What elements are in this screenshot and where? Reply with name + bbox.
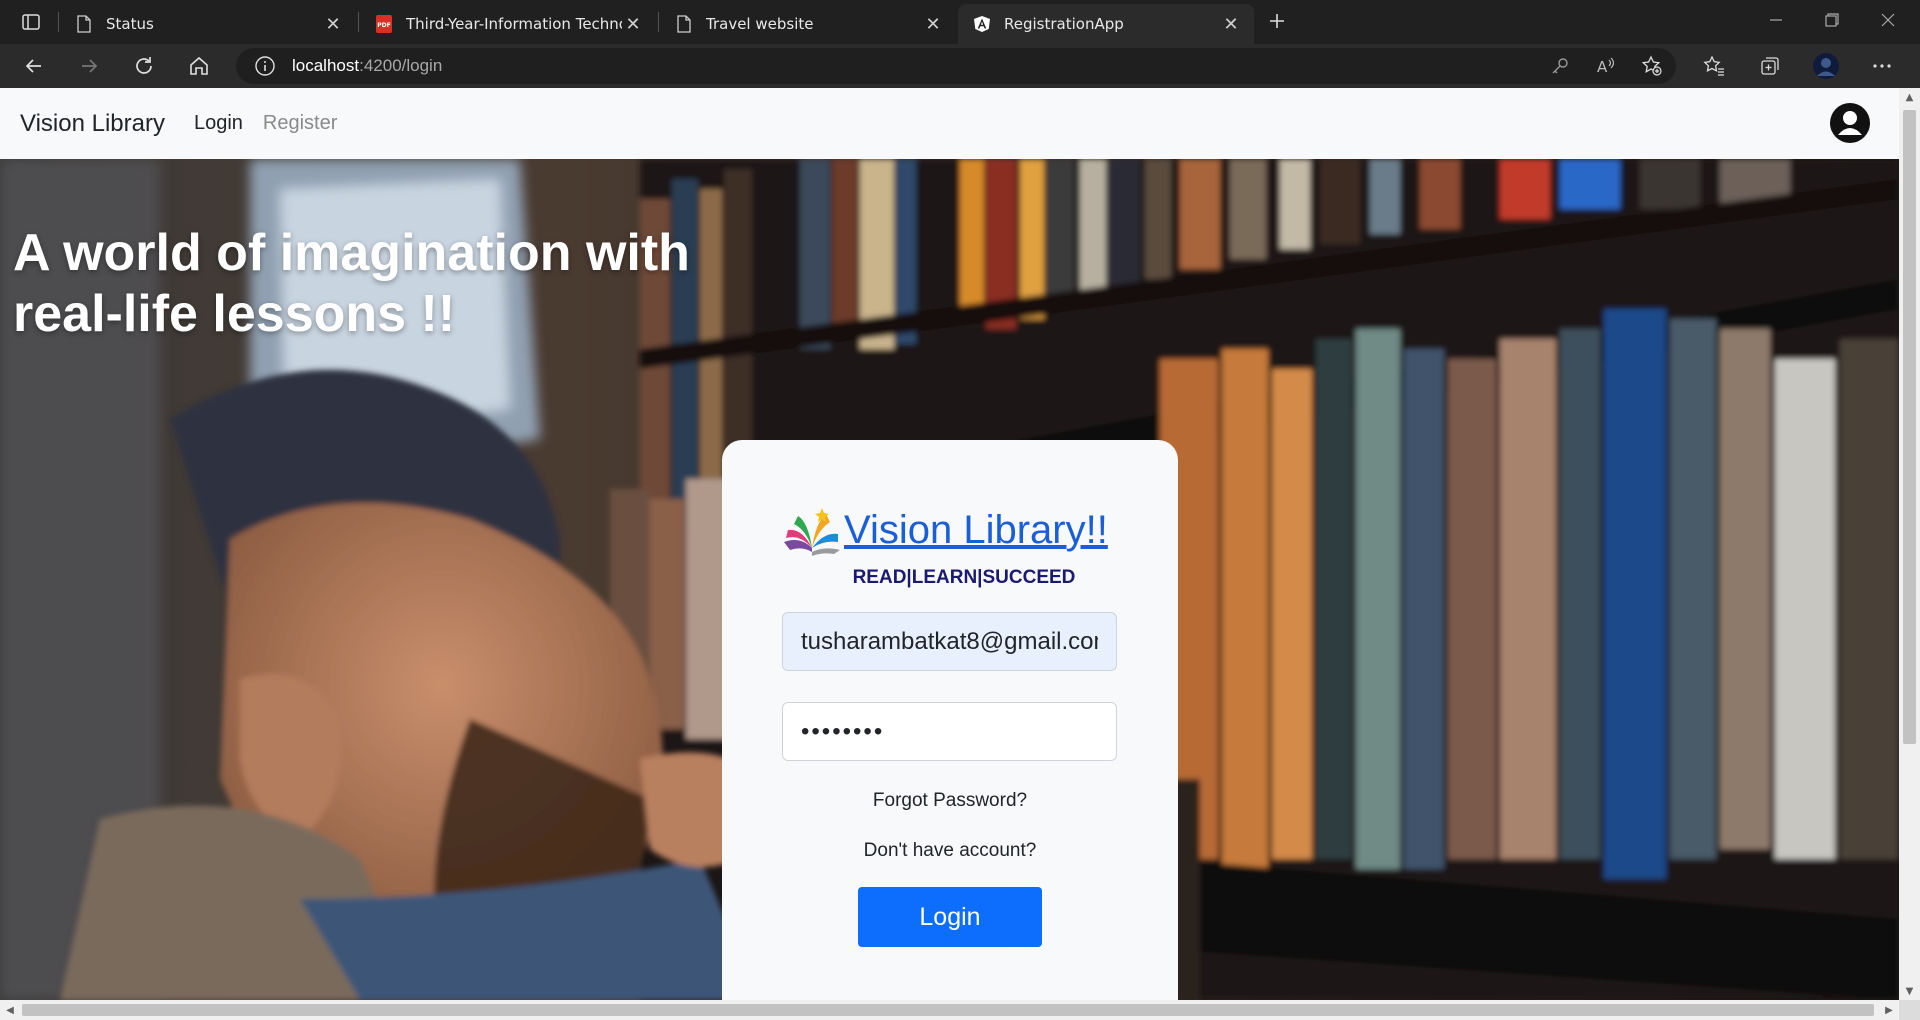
hero-section: A world of imagination with real-life le… — [0, 159, 1899, 1000]
forward-icon[interactable] — [71, 50, 107, 82]
refresh-icon[interactable] — [126, 50, 162, 82]
svg-text:A: A — [1597, 58, 1608, 76]
browser-toolbar: localhost:4200/login A — [0, 44, 1920, 88]
horizontal-scrollbar[interactable]: ◀ ▶ — [0, 1000, 1899, 1020]
card-title-row: Vision Library!! — [782, 504, 1108, 556]
login-button[interactable]: Login — [858, 887, 1042, 947]
profile-avatar-icon[interactable] — [1810, 50, 1842, 82]
new-tab-icon[interactable] — [1262, 6, 1292, 36]
tab-title: Status — [106, 15, 154, 33]
tab-title: Travel website — [706, 15, 814, 33]
card-title-link[interactable]: Vision Library!! — [844, 508, 1108, 553]
tab-status[interactable]: Status ✕ — [60, 4, 356, 44]
restore-icon[interactable] — [1804, 0, 1860, 40]
address-bar[interactable]: localhost:4200/login — [236, 48, 1676, 84]
collections-icon[interactable] — [1754, 50, 1786, 82]
tab-title: Third-Year-Information Technolo — [406, 15, 622, 33]
svg-text:PDF: PDF — [377, 22, 390, 29]
close-tab-icon[interactable]: ✕ — [1220, 13, 1242, 35]
page-icon — [74, 14, 94, 34]
nav-link-register[interactable]: Register — [263, 112, 337, 135]
favorites-icon[interactable] — [1698, 50, 1730, 82]
close-tab-icon[interactable]: ✕ — [322, 13, 344, 35]
password-field[interactable] — [782, 702, 1117, 761]
angular-icon — [972, 14, 992, 34]
scrollbar-corner — [1899, 1000, 1920, 1020]
vertical-scrollbar[interactable]: ▲ ▼ — [1899, 88, 1920, 1000]
vertical-scroll-thumb[interactable] — [1903, 110, 1916, 744]
page-viewport: Vision Library Login Register A world of… — [0, 88, 1899, 1000]
more-menu-icon[interactable] — [1866, 50, 1898, 82]
scroll-left-icon[interactable]: ◀ — [0, 1000, 20, 1020]
pdf-icon: PDF — [374, 14, 394, 34]
close-tab-icon[interactable]: ✕ — [622, 13, 644, 35]
scroll-up-icon[interactable]: ▲ — [1899, 88, 1920, 106]
close-window-icon[interactable] — [1860, 0, 1916, 40]
url-host: localhost — [292, 56, 360, 75]
tab-pdf[interactable]: PDF Third-Year-Information Technolo ✕ — [360, 4, 656, 44]
no-account-link[interactable]: Don't have account? — [722, 840, 1178, 862]
site-info-icon[interactable] — [254, 55, 276, 77]
login-card: Vision Library!! READ|LEARN|SUCCEED Forg… — [722, 440, 1178, 1000]
open-book-logo — [782, 504, 842, 556]
card-tagline: READ|LEARN|SUCCEED — [852, 567, 1076, 588]
tab-separator — [658, 12, 659, 32]
close-tab-icon[interactable]: ✕ — [922, 13, 944, 35]
nav-link-login[interactable]: Login — [194, 112, 243, 135]
app-navbar: Vision Library Login Register — [0, 88, 1899, 159]
page-icon — [674, 14, 694, 34]
forgot-password-link[interactable]: Forgot Password? — [722, 790, 1178, 812]
email-field[interactable] — [782, 612, 1117, 671]
tab-separator — [358, 12, 359, 32]
scroll-right-icon[interactable]: ▶ — [1879, 1000, 1899, 1020]
tab-title: RegistrationApp — [1004, 15, 1124, 33]
minimize-icon[interactable] — [1748, 0, 1804, 40]
tab-separator — [58, 12, 59, 32]
browser-tab-bar: Status ✕ PDF Third-Year-Information Tech… — [0, 0, 1920, 44]
tab-registration-app[interactable]: RegistrationApp ✕ — [958, 4, 1254, 44]
horizontal-scroll-thumb[interactable] — [22, 1004, 1874, 1016]
url-path: :4200/login — [359, 56, 443, 75]
password-key-icon[interactable] — [1544, 50, 1576, 82]
tab-travel-website[interactable]: Travel website ✕ — [660, 4, 956, 44]
back-icon[interactable] — [16, 50, 52, 82]
hero-headline: A world of imagination with real-life le… — [13, 224, 690, 343]
user-profile-icon[interactable] — [1829, 102, 1871, 144]
tab-actions-icon[interactable] — [14, 8, 48, 36]
scroll-down-icon[interactable]: ▼ — [1899, 982, 1920, 1000]
add-favorite-icon[interactable] — [1636, 50, 1668, 82]
read-aloud-icon[interactable]: A — [1590, 50, 1622, 82]
navbar-brand[interactable]: Vision Library — [20, 110, 165, 138]
home-icon[interactable] — [181, 50, 217, 82]
